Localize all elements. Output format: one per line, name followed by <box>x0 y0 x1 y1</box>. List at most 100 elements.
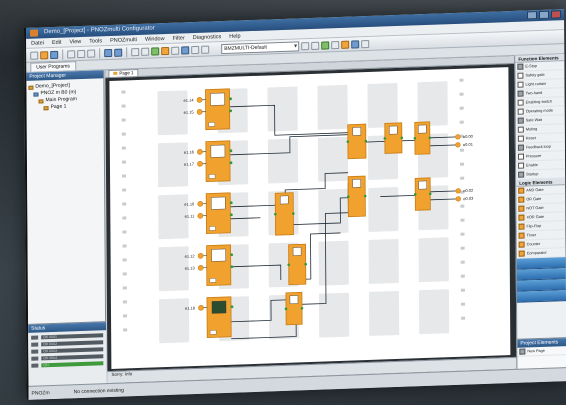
cut-icon[interactable] <box>67 49 76 58</box>
open-icon[interactable] <box>40 50 49 59</box>
terminal-marker <box>122 174 127 178</box>
status-led <box>31 342 39 347</box>
info-icon[interactable] <box>351 39 360 49</box>
output-terminal-label: o0.01 <box>463 142 474 147</box>
input-terminal-label: e1.16 <box>184 149 195 154</box>
placement-slot[interactable] <box>318 292 350 338</box>
placement-slot[interactable] <box>368 238 399 284</box>
settings-icon[interactable] <box>201 45 210 54</box>
configuration-select-value: BMZMULTI-Default <box>224 44 267 52</box>
project-icon <box>28 85 34 90</box>
input-terminal[interactable] <box>198 304 204 311</box>
palette-item-label: Feedback loop <box>525 144 551 150</box>
paste-icon[interactable] <box>87 49 96 58</box>
compile-icon[interactable] <box>161 46 170 55</box>
toolbar-separator <box>126 46 128 57</box>
placement-slot[interactable] <box>418 289 450 335</box>
input-terminal[interactable] <box>197 200 204 207</box>
placement-slot[interactable] <box>368 186 399 232</box>
and-gate-icon <box>352 179 361 188</box>
placement-slot[interactable] <box>368 290 400 336</box>
save-icon[interactable] <box>50 50 59 59</box>
zoom-out-icon[interactable] <box>141 47 150 56</box>
placement-slot[interactable] <box>267 86 298 132</box>
menu-edit[interactable]: Edit <box>52 38 62 47</box>
input-terminal[interactable] <box>197 264 204 271</box>
menu-window[interactable]: Window <box>145 34 165 44</box>
placement-slot[interactable] <box>318 240 349 286</box>
menu-view[interactable]: View <box>69 37 81 46</box>
monitor-icon[interactable] <box>321 40 330 50</box>
copy-icon[interactable] <box>77 49 86 58</box>
palette-group-bar[interactable] <box>516 290 566 303</box>
disconnect-icon[interactable] <box>311 41 320 50</box>
input-terminal-label: e1.18 <box>185 305 196 310</box>
palette-element-icon <box>517 90 524 97</box>
palette-item-label: AND Gate <box>526 187 544 193</box>
tab-page-1[interactable]: Page 1 <box>108 69 139 78</box>
program-editor: Page 1 e1.14 e1.15 e1.16 e1.17 e1.10 e1.11 e1.… <box>105 55 517 384</box>
zoom-in-icon[interactable] <box>131 47 140 56</box>
reset-icon <box>209 226 216 231</box>
menu-help[interactable]: Help <box>229 31 240 40</box>
terminal-marker <box>459 92 464 96</box>
terminal-marker <box>121 160 126 164</box>
download-icon[interactable] <box>181 45 190 55</box>
input-terminal[interactable] <box>197 252 204 259</box>
menu-file[interactable]: Datei <box>31 38 44 47</box>
placement-slot[interactable] <box>317 84 348 130</box>
input-terminal[interactable] <box>197 149 203 155</box>
minimize-button[interactable] <box>526 11 538 20</box>
palette-item-label: Pressure <box>525 153 542 159</box>
new-icon[interactable] <box>30 51 39 60</box>
placement-slot[interactable] <box>317 136 349 182</box>
terminal-marker <box>121 118 126 122</box>
palette-item-label: New Page <box>527 348 545 354</box>
palette-element-icon <box>517 126 524 133</box>
input-terminal[interactable] <box>197 161 203 167</box>
menu-pnozmulti[interactable]: PNOZmulti <box>110 35 137 45</box>
password-icon[interactable] <box>331 40 340 49</box>
menu-diagnostics[interactable]: Diagnostics <box>193 32 221 42</box>
placement-slot[interactable] <box>318 188 349 234</box>
palette-item-label: E-Stop <box>525 64 538 69</box>
tab-user-programs[interactable]: User Programs <box>30 61 76 72</box>
palette-item-label: Two-hand <box>525 90 543 96</box>
upload-icon[interactable] <box>191 45 200 54</box>
menu-filter[interactable]: Filter <box>173 33 185 42</box>
palette-item-new-page[interactable]: New Page <box>517 346 566 357</box>
input-terminal[interactable] <box>196 109 203 115</box>
palette-item-label: Comparator <box>526 250 547 256</box>
wiring-canvas[interactable]: e1.14 e1.15 e1.16 e1.17 e1.10 e1.11 e1.12 e1.13… <box>109 67 511 369</box>
terminal-marker <box>460 204 465 208</box>
undo-icon[interactable] <box>104 48 113 57</box>
placement-slot[interactable] <box>267 138 299 184</box>
maximize-button[interactable] <box>538 10 550 20</box>
output-terminal[interactable] <box>455 188 461 194</box>
help-icon[interactable] <box>361 39 370 48</box>
warning-icon[interactable] <box>341 40 350 49</box>
output-terminal[interactable] <box>455 196 461 202</box>
print-icon[interactable] <box>171 46 180 55</box>
verify-icon[interactable] <box>151 46 160 56</box>
terminal-marker <box>460 274 465 278</box>
placement-slot[interactable] <box>417 81 448 127</box>
output-terminal[interactable] <box>455 142 461 148</box>
configuration-select[interactable]: BMZMULTI-Default <box>221 40 300 54</box>
placement-slot[interactable] <box>418 237 449 283</box>
connect-icon[interactable] <box>301 41 310 50</box>
input-terminal[interactable] <box>197 212 204 219</box>
terminal-marker <box>122 272 127 276</box>
terminal-marker <box>460 176 465 180</box>
palette-element-icon <box>517 63 524 70</box>
circuit-diagram[interactable]: e1.14 e1.15 e1.16 e1.17 e1.10 e1.11 e1.12 e1.13… <box>109 68 491 353</box>
close-button[interactable] <box>550 10 562 19</box>
tree-item-page[interactable]: Page 1 <box>29 102 102 112</box>
menu-tools[interactable]: Tools <box>89 36 102 45</box>
sensor-icon <box>210 92 225 106</box>
placement-slot[interactable] <box>367 82 398 128</box>
redo-icon[interactable] <box>114 48 123 57</box>
status-value: OK 0002 <box>41 339 104 346</box>
output-terminal[interactable] <box>455 134 461 140</box>
input-terminal[interactable] <box>196 97 203 103</box>
